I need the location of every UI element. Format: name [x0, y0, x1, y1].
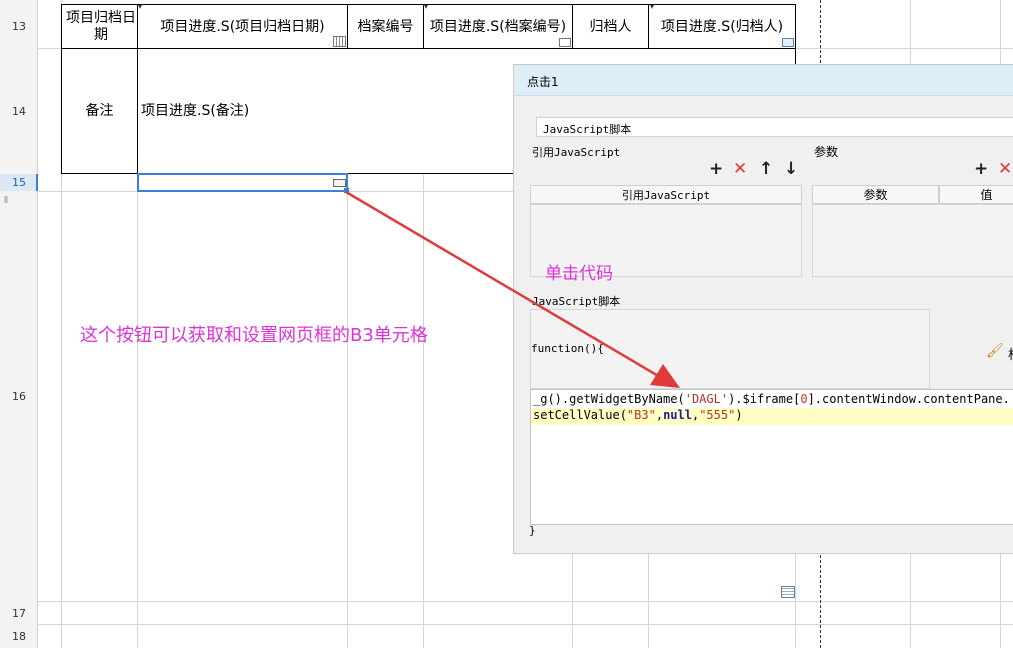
format-label[interactable]: 格 [1008, 344, 1013, 363]
code-string: "B3" [626, 408, 656, 422]
cell-archive-date-label[interactable]: 项目归档日期 [66, 6, 136, 48]
grid-line [38, 624, 1013, 625]
cell-archive-no-value[interactable]: 项目进度.S(档案编号) [424, 6, 572, 48]
param-section-title: 参数 [814, 145, 839, 159]
code-token: , [655, 408, 664, 422]
param-list[interactable] [812, 204, 1013, 277]
cell-remark-label[interactable]: 备注 [62, 49, 137, 173]
resize-handle-icon[interactable]: ⦀ [4, 196, 8, 206]
expand-marker-icon: ▾ [650, 2, 655, 11]
event-type-value: JavaScript脚本 [543, 123, 632, 136]
row-header-column [0, 0, 38, 648]
fill-handle[interactable] [344, 188, 349, 193]
add-param-button[interactable]: + [974, 159, 988, 179]
expand-marker-icon: ▾ [424, 2, 429, 11]
text-widget-icon [559, 38, 571, 47]
cell-remark-value[interactable]: 项目进度.S(备注) [141, 49, 521, 173]
chart-widget-icon [781, 586, 795, 598]
grid-line [137, 174, 138, 648]
ref-js-column-header: 引用JavaScript [530, 185, 802, 204]
row-number-17[interactable]: 17 [0, 607, 38, 620]
dialog-title: 点击1 [527, 75, 559, 89]
code-token: ).$iframe[ [728, 392, 801, 406]
code-token: ].contentWindow.contentPane. [807, 392, 1010, 406]
cell-archive-no-label[interactable]: 档案编号 [348, 6, 423, 48]
code-editor[interactable]: _g().getWidgetByName('DAGL').$iframe[0].… [530, 389, 1013, 525]
click-code-annotation: 单击代码 [545, 264, 613, 284]
format-brush-icon[interactable]: 🖌 [986, 343, 1004, 359]
cell-archiver-value[interactable]: 项目进度.S(归档人) [649, 6, 795, 48]
annotation-note: 这个按钮可以获取和设置网页框的B3单元格 [80, 325, 428, 346]
code-line-1: _g().getWidgetByName('DAGL').$iframe[0].… [533, 392, 1010, 406]
combo-widget-icon [782, 38, 794, 47]
script-section-title: JavaScript脚本 [532, 295, 621, 308]
ref-js-section-title: 引用JavaScript [532, 146, 621, 159]
code-token: ) [735, 408, 743, 422]
row-number-16[interactable]: 16 [0, 390, 38, 403]
row-number-13[interactable]: 13 [0, 20, 38, 33]
dialog-titlebar[interactable]: 点击1 [514, 65, 1013, 96]
grid-line [423, 174, 424, 648]
param-value-header: 值 [939, 185, 1013, 204]
row-number-14[interactable]: 14 [0, 105, 38, 118]
row-number-18[interactable]: 18 [0, 630, 38, 643]
delete-ref-button[interactable]: ✕ [733, 159, 747, 179]
table-border [61, 4, 796, 5]
code-keyword: null [663, 408, 692, 422]
date-widget-icon [333, 36, 346, 47]
move-down-button[interactable]: ↓ [784, 159, 798, 179]
param-name-header: 参数 [812, 185, 939, 204]
code-string: 'DAGL' [684, 392, 729, 406]
grid-line [347, 174, 348, 648]
event-type-select[interactable]: JavaScript脚本 [536, 117, 1013, 137]
button-widget-icon[interactable] [333, 179, 346, 187]
code-string: "555" [699, 408, 736, 422]
move-up-button[interactable]: ↑ [759, 159, 773, 179]
code-token: _g().getWidgetByName( [533, 392, 685, 406]
code-number: 0 [800, 392, 808, 406]
delete-param-button[interactable]: ✕ [998, 159, 1012, 179]
add-ref-button[interactable]: + [709, 159, 723, 179]
cell-archiver-label[interactable]: 归档人 [573, 6, 648, 48]
expand-marker-icon: ▾ [138, 2, 143, 11]
dialog-window: 点击1 JavaScript脚本 引用JavaScript 参数 + ✕ ↑ ↓… [513, 64, 1013, 554]
function-header: function(){ [531, 342, 604, 355]
grid-line [38, 601, 1013, 602]
row-number-15[interactable]: 15 [0, 176, 38, 189]
selected-cell[interactable] [137, 173, 348, 192]
function-footer: } [529, 524, 536, 537]
code-line-2: setCellValue("B3",null,"555") [531, 408, 1013, 425]
cell-archive-date-value[interactable]: 项目进度.S(项目归档日期) [138, 6, 347, 48]
code-token: setCellValue( [533, 408, 627, 422]
